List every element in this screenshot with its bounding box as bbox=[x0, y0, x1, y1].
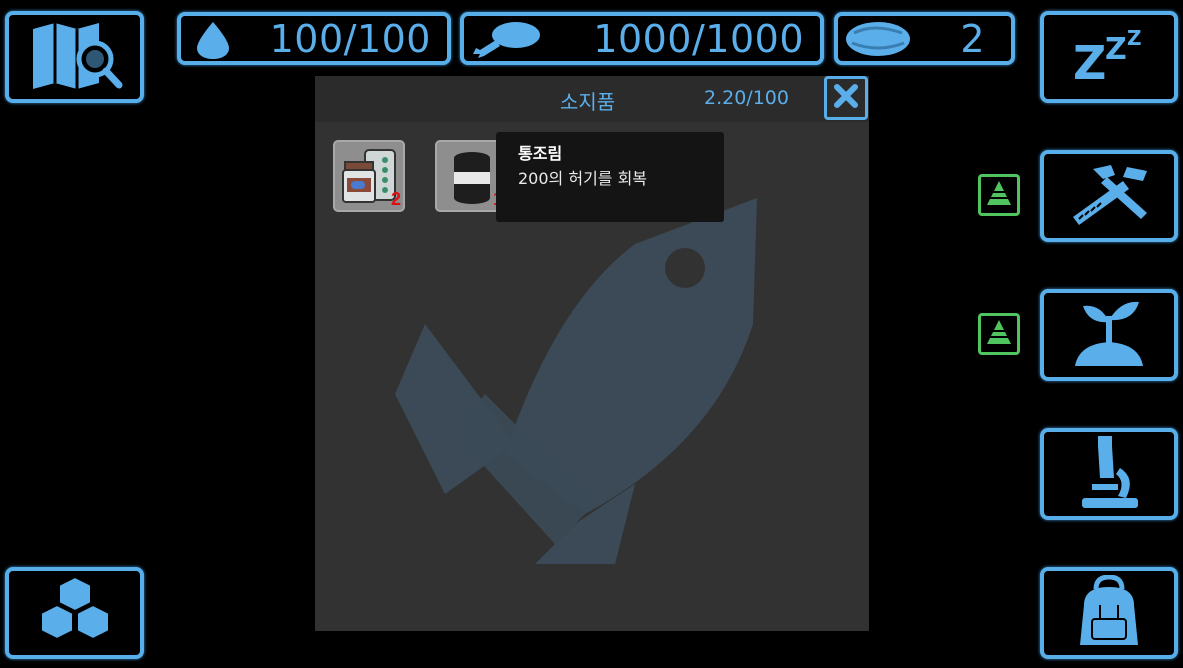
inventory-weight: 2.20/100 bbox=[704, 87, 789, 109]
blocks-icon bbox=[37, 575, 113, 651]
tooltip-title: 통조림 bbox=[518, 144, 563, 163]
map-button[interactable] bbox=[5, 11, 144, 103]
build-button[interactable] bbox=[5, 567, 144, 659]
craft-upgrade-indicator[interactable] bbox=[978, 174, 1020, 216]
tools-icon bbox=[1063, 161, 1155, 231]
svg-text:Z: Z bbox=[1127, 26, 1142, 50]
resource-stat: 2 bbox=[834, 12, 1015, 65]
inventory-header: 소지품 2.20/100 bbox=[315, 76, 869, 122]
research-button[interactable] bbox=[1040, 428, 1178, 520]
water-drop-icon bbox=[191, 20, 235, 64]
sleep-zzz-icon: Z Z Z bbox=[1069, 25, 1149, 90]
close-icon bbox=[833, 83, 859, 113]
close-button[interactable] bbox=[824, 76, 868, 120]
triangle-up-icon bbox=[985, 179, 1013, 211]
tooltip-description: 200의 허기를 회복 bbox=[518, 169, 648, 188]
resource-value: 2 bbox=[960, 16, 985, 61]
triangle-up-icon bbox=[985, 318, 1013, 350]
sleep-button[interactable]: Z Z Z bbox=[1040, 11, 1178, 103]
ore-icon bbox=[844, 19, 912, 63]
item-tooltip: 통조림 200의 허기를 회복 bbox=[496, 132, 724, 222]
map-search-icon bbox=[27, 21, 123, 93]
food-stat: 1000/1000 bbox=[460, 12, 824, 65]
item-count: 2 bbox=[390, 189, 401, 209]
inventory-title: 소지품 bbox=[560, 90, 616, 114]
can-icon bbox=[447, 150, 497, 210]
meat-drumstick-icon bbox=[472, 20, 542, 64]
backpack-button[interactable] bbox=[1040, 567, 1178, 659]
backpack-icon bbox=[1074, 574, 1144, 651]
rocket-icon bbox=[385, 194, 765, 578]
microscope-icon bbox=[1074, 434, 1144, 514]
food-value: 1000/1000 bbox=[593, 16, 804, 61]
water-stat: 100/100 bbox=[177, 12, 451, 65]
farm-button[interactable] bbox=[1040, 289, 1178, 381]
inventory-slot-pills[interactable]: 2 bbox=[333, 140, 405, 212]
svg-text:Z: Z bbox=[1105, 32, 1127, 67]
sprout-icon bbox=[1069, 298, 1149, 372]
svg-text:Z: Z bbox=[1073, 36, 1106, 85]
farm-upgrade-indicator[interactable] bbox=[978, 313, 1020, 355]
craft-button[interactable] bbox=[1040, 150, 1178, 242]
water-value: 100/100 bbox=[269, 16, 431, 61]
